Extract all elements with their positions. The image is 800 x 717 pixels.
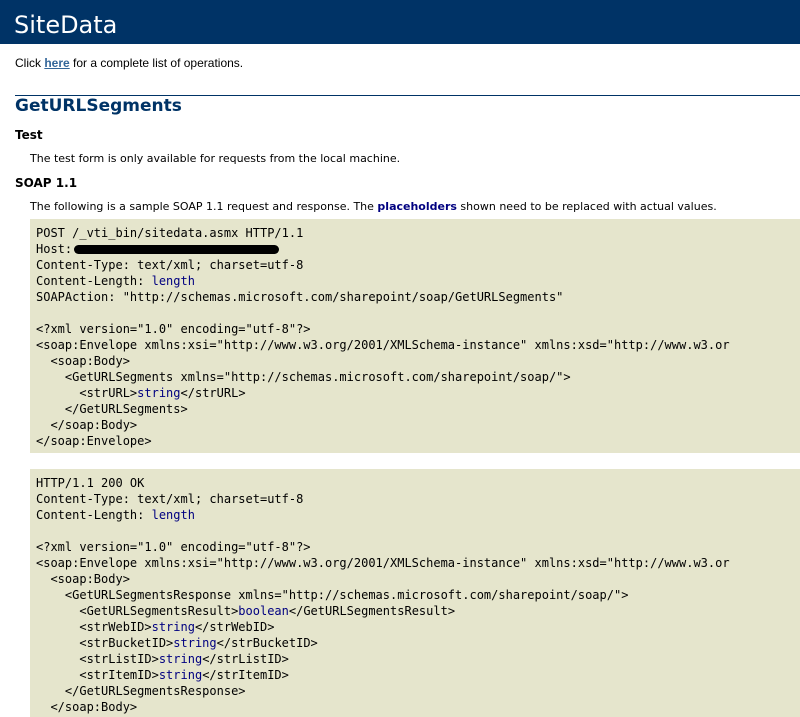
soap-response-sample: HTTP/1.1 200 OK Content-Type: text/xml; … xyxy=(30,469,800,717)
intro-suffix: for a complete list of operations. xyxy=(69,56,244,70)
request-content-type: Content-Type: text/xml; charset=utf-8 xyxy=(36,258,304,272)
operations-list-link[interactable]: here xyxy=(44,56,69,70)
str-url-open: <strURL> xyxy=(36,386,138,400)
response-field: <strWebID>string</strWebID> xyxy=(36,620,274,634)
field-open: <strWebID> xyxy=(36,620,152,634)
operation-title: GetURLSegments xyxy=(15,96,182,116)
request-body-close: </soap:Body> xyxy=(36,418,138,432)
request-method-close: </GetURLSegments> xyxy=(36,402,188,416)
field-placeholder: string xyxy=(173,636,217,650)
placeholders-term: placeholders xyxy=(377,200,457,213)
response-code: HTTP/1.1 200 OK Content-Type: text/xml; … xyxy=(30,469,800,715)
request-line: POST /_vti_bin/sitedata.asmx HTTP/1.1 xyxy=(36,226,304,240)
request-xml-declaration: <?xml version="1.0" encoding="utf-8"?> xyxy=(36,322,311,336)
response-field: <strBucketID>string</strBucketID> xyxy=(36,636,318,650)
response-status: HTTP/1.1 200 OK xyxy=(36,476,145,490)
soap-text-suffix: shown need to be replaced with actual va… xyxy=(456,200,717,213)
request-content-length-placeholder: length xyxy=(151,274,195,288)
field-close: </strListID> xyxy=(202,652,289,666)
page-title: SiteData xyxy=(0,0,800,44)
field-placeholder: string xyxy=(158,668,203,682)
response-content-type: Content-Type: text/xml; charset=utf-8 xyxy=(36,492,304,506)
request-content-length-label: Content-Length: xyxy=(36,274,152,288)
request-body-open: <soap:Body> xyxy=(36,354,130,368)
soap-action: SOAPAction: "http://schemas.microsoft.co… xyxy=(36,290,564,304)
request-envelope-close: </soap:Envelope> xyxy=(36,434,152,448)
field-placeholder: string xyxy=(151,620,195,634)
host-label: Host: xyxy=(36,242,73,256)
soap-request-sample: POST /_vti_bin/sitedata.asmx HTTP/1.1 Ho… xyxy=(30,219,800,453)
field-placeholder: string xyxy=(158,652,203,666)
soap-description: The following is a sample SOAP 1.1 reque… xyxy=(30,200,717,213)
soap-text-prefix: The following is a sample SOAP 1.1 reque… xyxy=(30,200,378,213)
field-open: <GetURLSegmentsResult> xyxy=(36,604,239,618)
response-envelope-open: <soap:Envelope xmlns:xsi="http://www.w3.… xyxy=(36,556,730,570)
request-envelope-open: <soap:Envelope xmlns:xsi="http://www.w3.… xyxy=(36,338,730,352)
response-field: <strListID>string</strListID> xyxy=(36,652,289,666)
response-method-open: <GetURLSegmentsResponse xmlns="http://sc… xyxy=(36,588,629,602)
test-text: The test form is only available for requ… xyxy=(30,152,401,165)
request-method-open: <GetURLSegments xmlns="http://schemas.mi… xyxy=(36,370,571,384)
response-content-length-label: Content-Length: xyxy=(36,508,152,522)
response-method-close: </GetURLSegmentsResponse> xyxy=(36,684,246,698)
intro-prefix: Click xyxy=(15,56,45,70)
response-field: <strItemID>string</strItemID> xyxy=(36,668,289,682)
str-url-placeholder: string xyxy=(137,386,181,400)
response-body-open: <soap:Body> xyxy=(36,572,130,586)
intro-text: Click here for a complete list of operat… xyxy=(15,56,243,70)
field-open: <strBucketID> xyxy=(36,636,174,650)
field-close: </GetURLSegmentsResult> xyxy=(288,604,456,618)
field-open: <strListID> xyxy=(36,652,159,666)
str-url-close: </strURL> xyxy=(180,386,246,400)
test-heading: Test xyxy=(15,128,43,142)
response-body-close: </soap:Body> xyxy=(36,700,138,714)
page-content: SiteData Click here for a complete list … xyxy=(0,0,800,717)
request-code: POST /_vti_bin/sitedata.asmx HTTP/1.1 Ho… xyxy=(30,219,800,449)
field-open: <strItemID> xyxy=(36,668,159,682)
field-close: </strWebID> xyxy=(194,620,275,634)
response-field: <GetURLSegmentsResult>boolean</GetURLSeg… xyxy=(36,604,455,618)
soap-heading: SOAP 1.1 xyxy=(15,176,78,190)
response-content-length-placeholder: length xyxy=(151,508,195,522)
redacted-host xyxy=(74,245,280,254)
field-placeholder: boolean xyxy=(238,604,289,618)
response-xml-declaration: <?xml version="1.0" encoding="utf-8"?> xyxy=(36,540,311,554)
field-close: </strBucketID> xyxy=(216,636,318,650)
field-close: </strItemID> xyxy=(202,668,289,682)
